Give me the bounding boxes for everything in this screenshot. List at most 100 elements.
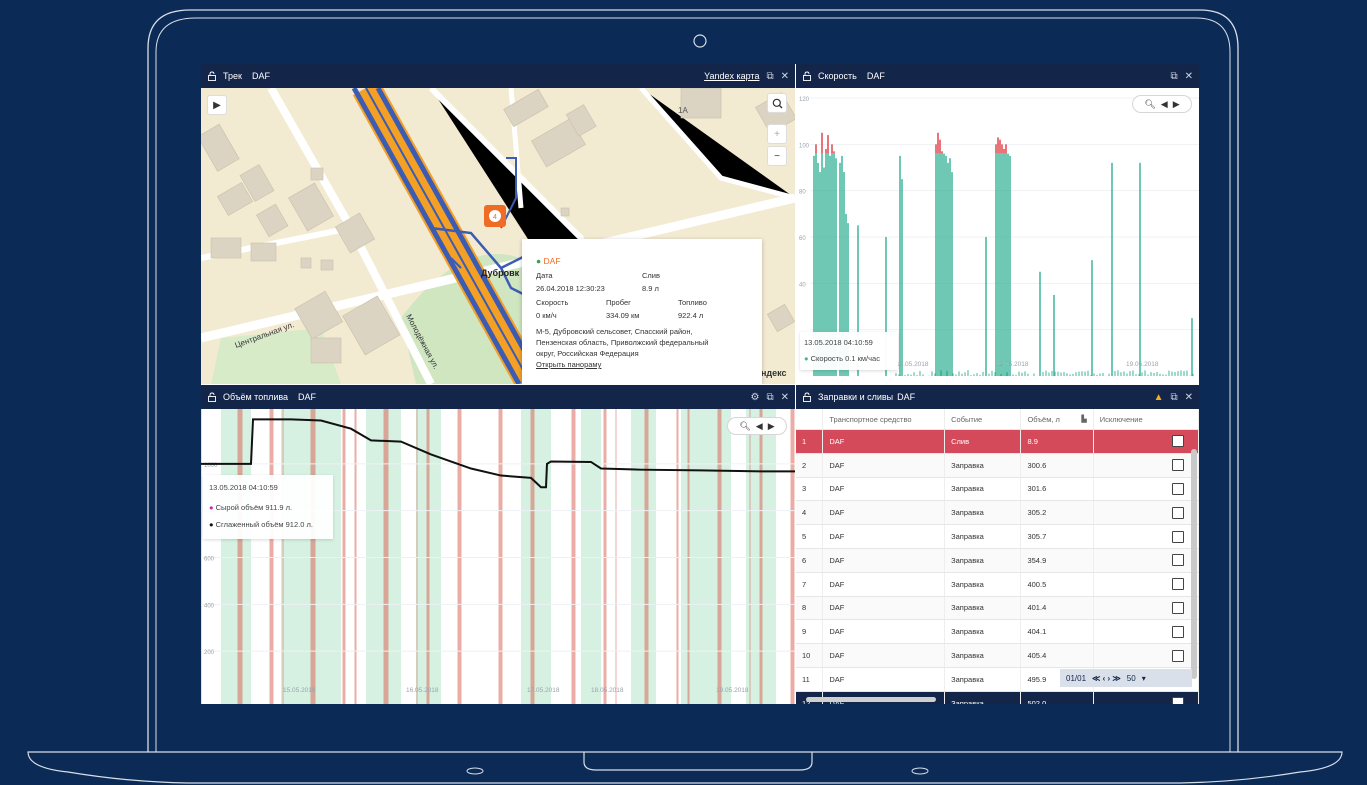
events-table-area: Транспортное средство Событие Объём, л ▙… [796,409,1199,704]
row-index: 10 [796,644,823,668]
zoom-icon[interactable]: 🔍︎ [739,421,750,432]
popup-fuel-value: 922.4 л [678,311,703,320]
chart-nav-controls[interactable]: 🔍︎ ◀ ▶ [1132,95,1192,113]
table-row[interactable]: 9 DAF Заправка 404.1 [796,620,1199,644]
exclusion-checkbox[interactable] [1172,554,1184,566]
map-label-building: 1A [678,106,688,115]
y-tick-label: 100 [799,143,810,149]
table-row[interactable]: 2 DAF Заправка 300.6 [796,453,1199,477]
exclusion-checkbox[interactable] [1172,602,1184,614]
lock-icon[interactable] [802,392,812,402]
pager-size-dropdown-icon[interactable]: ▾ [1142,674,1146,683]
popup-date-value: 26.04.2018 12:30:23 [536,284,605,293]
row-volume: 301.6 [1021,477,1093,501]
close-icon[interactable]: ✕ [1185,392,1193,403]
row-volume: 400.5 [1021,572,1093,596]
exclusion-checkbox[interactable] [1172,697,1184,704]
row-vehicle: DAF [823,525,945,549]
sort-icon[interactable]: ▙ [1081,415,1086,423]
exclusion-checkbox[interactable] [1172,578,1184,590]
row-index: 9 [796,620,823,644]
table-horizontal-scrollbar[interactable] [806,697,936,702]
track-panel: Трек DAF Yandex карта ⧉ ✕ 4 1A Центральн… [201,64,795,384]
popup-mileage-value: 334.09 км [606,311,639,320]
header-event[interactable]: Событие [945,409,1021,430]
y-tick-label: 40 [799,282,806,288]
prev-icon[interactable]: ◀ [1161,99,1168,110]
x-tick-label: 17.05.2018 [527,687,560,694]
open-panorama-link[interactable]: Открыть панораму [536,360,601,369]
exclusion-checkbox[interactable] [1172,483,1184,495]
table-row[interactable]: 7 DAF Заправка 400.5 [796,572,1199,596]
table-row[interactable]: 5 DAF Заправка 305.7 [796,525,1199,549]
expand-icon[interactable]: ⧉ [1170,71,1177,82]
header-volume[interactable]: Объём, л ▙ [1021,409,1093,430]
close-icon[interactable]: ✕ [1185,71,1193,82]
row-event: Заправка [945,644,1021,668]
exclusion-checkbox[interactable] [1172,435,1184,447]
fuel-chart-area[interactable]: 100080060040020015.05.201816.05.201817.0… [201,409,795,704]
expand-icon[interactable]: ⧉ [766,71,773,82]
zoom-out-button[interactable]: − [767,146,787,166]
events-table-panel: Заправки и сливы DAF ▲ ⧉ ✕ Транспортное … [796,385,1199,704]
exclusion-checkbox[interactable] [1172,531,1184,543]
map-watermark: ндекс [761,368,787,378]
row-index: 8 [796,596,823,620]
pager-arrows[interactable]: ≪ ‹ › ≫ [1092,674,1121,683]
popup-address-line1: М-5, Дубровский сельсовет, Спасский райо… [536,327,693,336]
activity-band [521,409,551,704]
lock-icon[interactable] [802,71,812,81]
lock-icon[interactable] [207,392,217,402]
lock-icon[interactable] [207,71,217,81]
play-icon: ▶ [213,100,221,111]
table-row[interactable]: 6 DAF Заправка 354.9 [796,548,1199,572]
exclusion-checkbox[interactable] [1172,650,1184,662]
zoom-icon[interactable]: 🔍︎ [1144,99,1155,110]
table-row[interactable]: 4 DAF Заправка 305.2 [796,501,1199,525]
zoom-in-button[interactable]: + [767,124,787,144]
x-tick-label: 19.05.2018 [716,687,749,694]
pager-size[interactable]: 50 [1127,674,1136,683]
close-icon[interactable]: ✕ [781,71,789,82]
app-screen: Трек DAF Yandex карта ⧉ ✕ 4 1A Центральн… [201,64,1199,704]
y-tick-label: 400 [204,603,215,609]
warning-icon[interactable]: ▲ [1154,392,1164,403]
row-event: Заправка [945,453,1021,477]
speed-chart-area[interactable]: 120 100 80 60 40 15.05.2018 17.05.2018 19.05.20… [796,88,1199,384]
table-vertical-scrollbar[interactable] [1191,449,1197,679]
table-row[interactable]: 10 DAF Заправка 405.4 [796,644,1199,668]
settings-gear-icon[interactable]: ⚙ [751,392,760,403]
prev-icon[interactable]: ◀ [756,421,763,432]
expand-icon[interactable]: ⧉ [1170,392,1177,403]
table-row[interactable]: 8 DAF Заправка 401.4 [796,596,1199,620]
y-tick-label: 600 [204,557,215,563]
row-index: 2 [796,453,823,477]
map-provider-select[interactable]: Yandex карта [704,71,759,81]
x-tick-label: 17.05.2018 [996,361,1029,368]
table-row[interactable]: 3 DAF Заправка 301.6 [796,477,1199,501]
header-vehicle[interactable]: Транспортное средство [823,409,945,430]
row-event: Заправка [945,572,1021,596]
map-search-button[interactable] [767,93,787,113]
fuel-chart[interactable]: 100080060040020015.05.201816.05.201817.0… [201,409,795,704]
next-icon[interactable]: ▶ [768,421,775,432]
chart-nav-controls[interactable]: 🔍︎ ◀ ▶ [727,417,787,435]
row-exclusion-cell [1093,691,1198,704]
row-exclusion-cell [1093,430,1198,454]
exclusion-checkbox[interactable] [1172,507,1184,519]
header-exclusion[interactable]: Исключение [1093,409,1198,430]
exclusion-checkbox[interactable] [1172,626,1184,638]
row-event: Заправка [945,525,1021,549]
fuel-legend-raw-row: ● Сырой объём 911.9 л. [209,503,292,512]
speed-panel-header: Скорость DAF ⧉ ✕ [796,64,1199,88]
play-button[interactable]: ▶ [207,95,227,115]
popup-vehicle-name: DAF [544,256,561,266]
table-row[interactable]: 1 DAF Слив 8.9 [796,430,1199,454]
row-vehicle: DAF [823,430,945,454]
expand-icon[interactable]: ⧉ [766,392,773,403]
popup-speed-label: Скорость [536,298,568,307]
map-area[interactable]: 4 1A Центральная ул. Молодёжная ул. Дубр… [201,88,795,384]
close-icon[interactable]: ✕ [781,392,789,403]
next-icon[interactable]: ▶ [1173,99,1180,110]
exclusion-checkbox[interactable] [1172,459,1184,471]
